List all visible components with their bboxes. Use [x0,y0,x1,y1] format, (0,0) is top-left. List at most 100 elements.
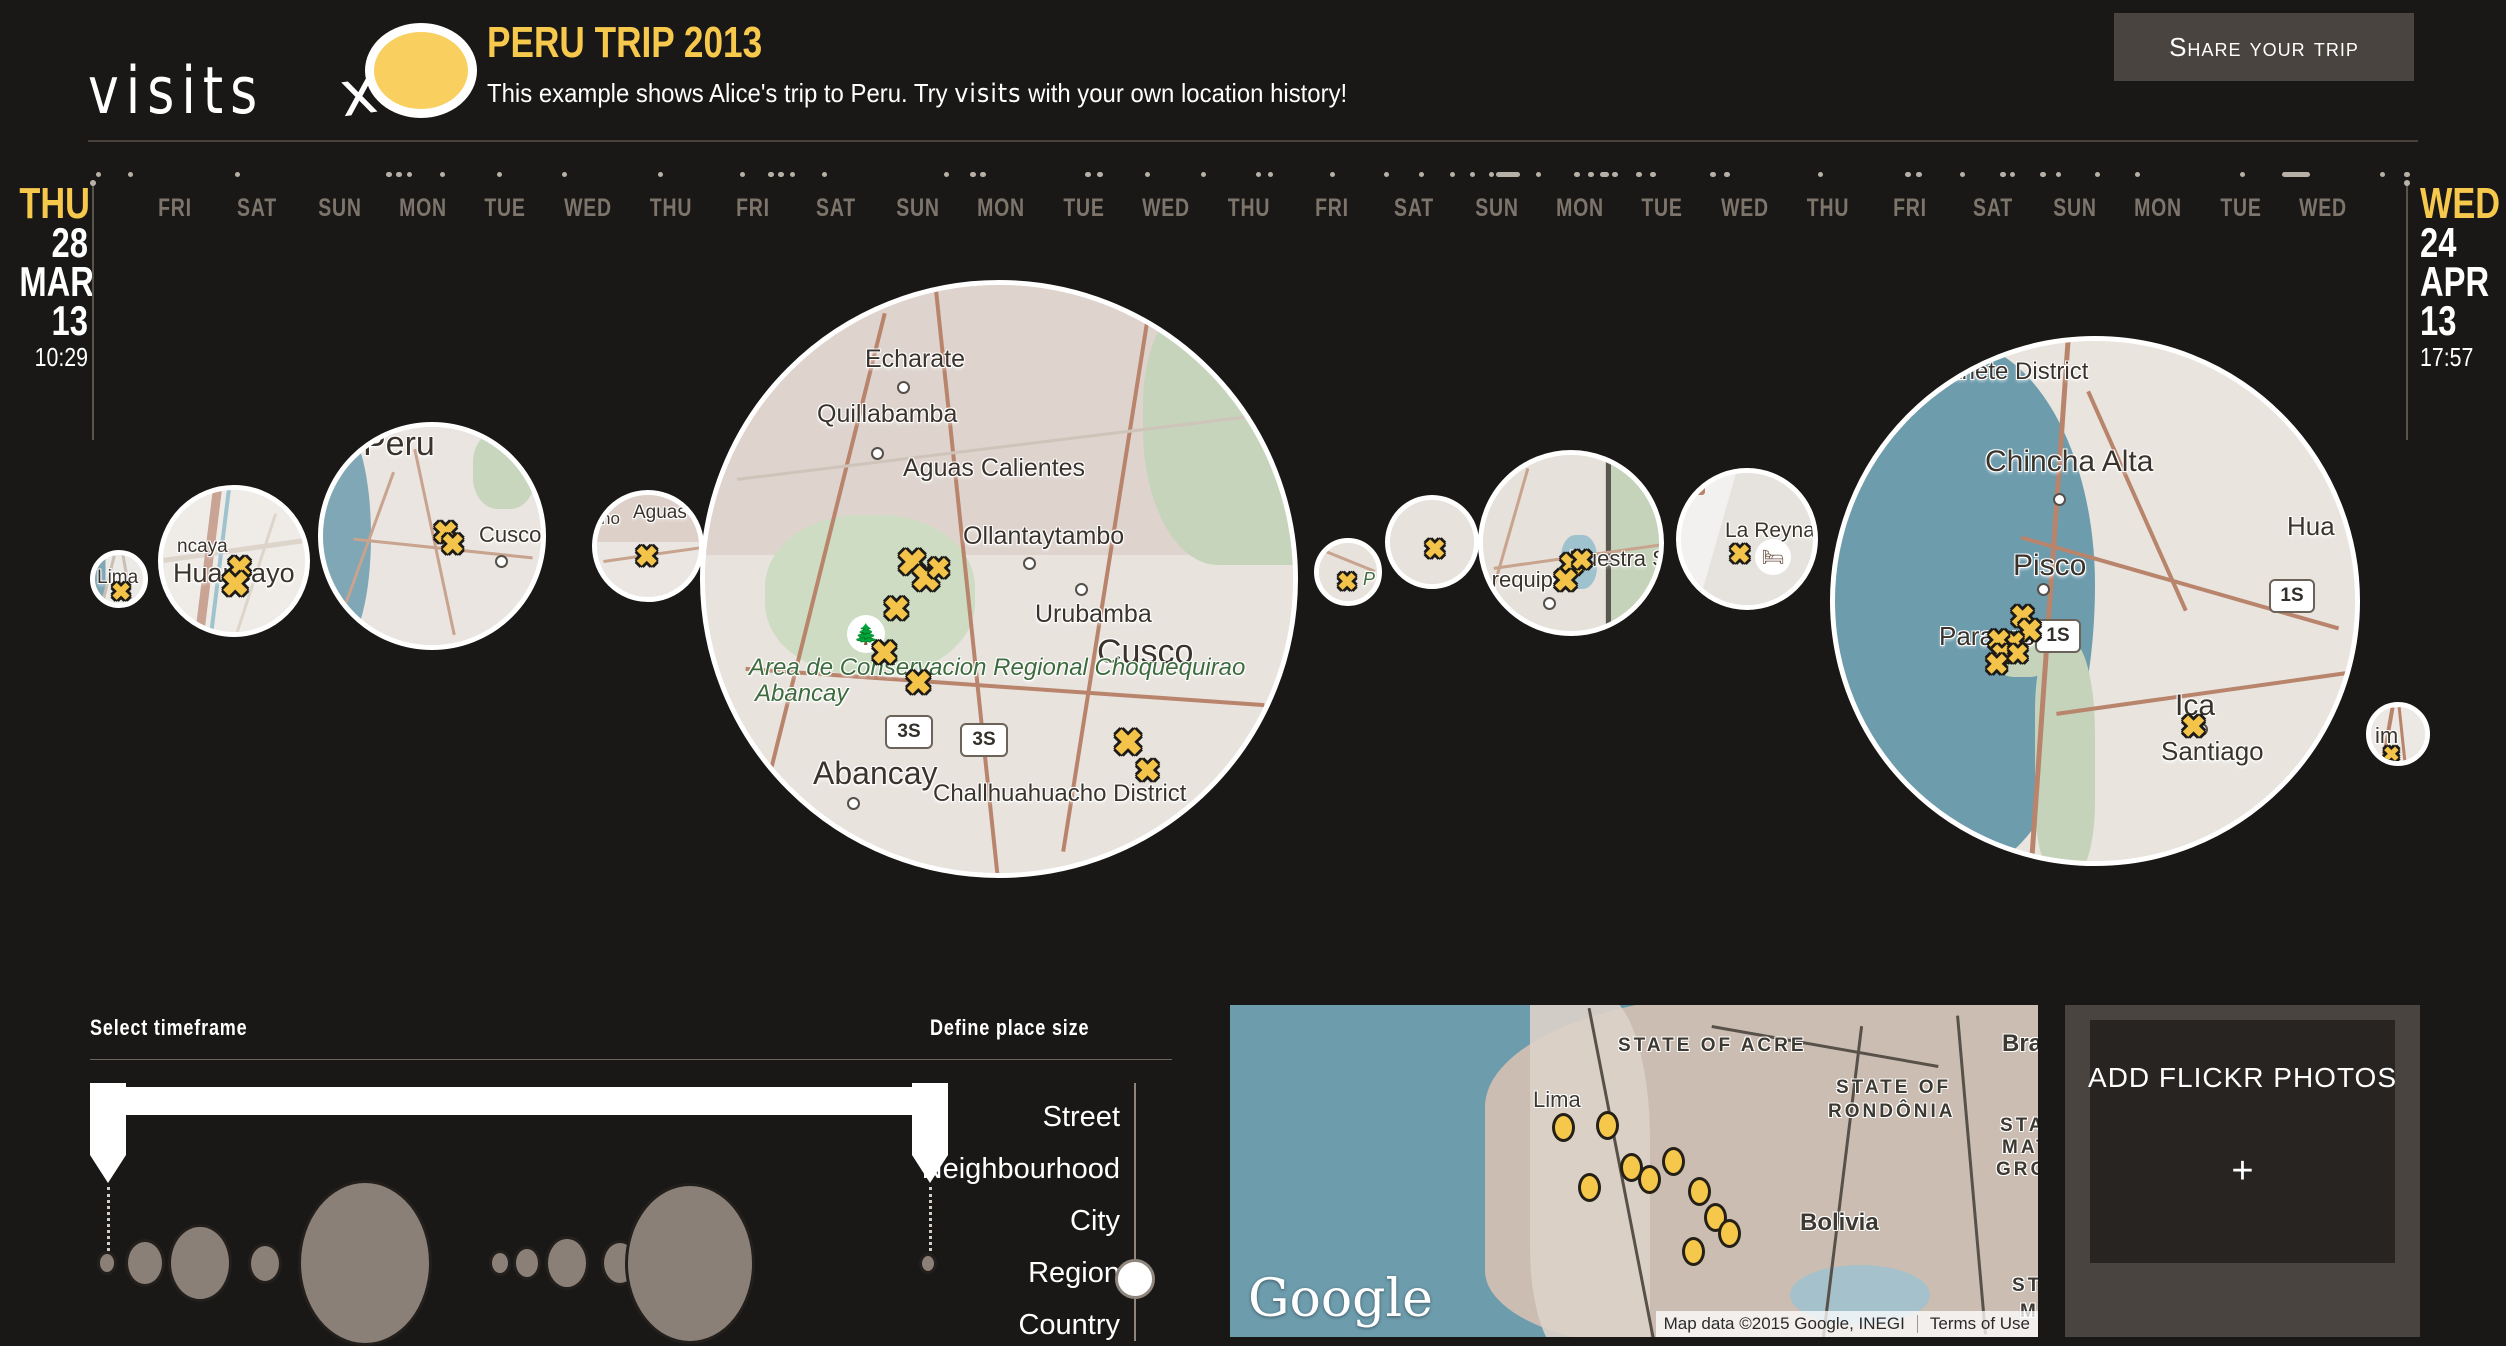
timeline-tick [1588,172,1594,177]
timeline-tick [1960,172,1965,177]
google-logo: Google [1248,1269,1433,1329]
timeline-tick [1489,172,1494,177]
timeline-tick [1384,172,1389,177]
map-label: Urubamba [1035,600,1152,628]
timeline-day-label: SUN [1475,194,1519,222]
timeline-tick [562,172,567,177]
place-circle-arequipa[interactable]: Arequipa Nuestra Senora de La ✖ ✖ ✖ [1478,450,1664,636]
timeline-tick [440,172,445,177]
visit-marker: ✖ [635,541,659,572]
place-circle-cusco-region[interactable]: Echarate Quillabamba Aguas Calientes Oll… [700,280,1298,878]
handle-guide-left [107,1187,112,1257]
timeline-day-label: TUE [2220,194,2262,222]
map-label: no [601,509,620,528]
place-circle-la-reyna[interactable]: La Reyna ✖ 🛏 [1676,468,1818,610]
timeline-tick [2380,172,2385,177]
place-circle-small-b[interactable]: ✖ [1385,495,1479,589]
timeline-day-label: WED [563,194,612,222]
timeline-tick [740,172,745,177]
timeline-tick [1330,172,1335,177]
timeline-tick [1268,172,1273,177]
city-dot-icon [871,447,884,460]
timeline-end-date: WED 24 APR 13 17:57 [2420,181,2506,373]
map-attribution: Map data ©2015 Google, INEGI Terms of Us… [1655,1311,2038,1337]
map-label: Abancay [755,680,849,707]
place-size-option-neighbourhood[interactable]: Neighbourhood [922,1153,1120,1186]
place-circle-paracas-pisco[interactable]: Canete District Chincha Alta Pisco Parac… [1830,336,2360,866]
place-circle-lima-small[interactable]: Lima ✖ [90,550,148,608]
add-flickr-photos-panel[interactable]: ADD FLICKR PHOTOS + [2065,1005,2420,1337]
header-divider [88,140,2418,142]
map-label-protected-area: Area de Conservacion Regional Choquequir… [749,654,1246,681]
timeline-day-label: FRI [1314,194,1349,222]
city-dot-icon [1543,597,1556,610]
map-pin [1578,1173,1601,1202]
map-label-grosso: GROS [1996,1159,2038,1180]
timeline-tick [778,172,784,177]
timeline-start-cap [90,180,96,186]
timeframe-bubble [492,1253,508,1273]
place-circle-aguas-calientes-small[interactable]: no Aguas Calientes ✖ [592,490,704,602]
visits-app: visits x PERU TRIP 2013 This example sho… [0,0,2506,1346]
place-size-option-street[interactable]: Street [1043,1101,1120,1134]
terms-of-use-link[interactable]: Terms of Use [1930,1314,2030,1334]
route-shield-1s: 1S [2269,579,2315,613]
city-dot-icon [495,555,508,568]
place-size-option-region[interactable]: Region [1028,1257,1120,1290]
place-size-option-city[interactable]: City [1070,1205,1120,1238]
trip-timeline[interactable]: THU 28 MAR 13 10:29 WED 24 APR 13 17:57 … [0,150,2506,950]
timeline-tick [970,172,976,177]
map-credit-text: Map data ©2015 Google, INEGI [1663,1314,1905,1333]
end-time: 17:57 [2420,342,2474,373]
timeline-tick [1496,172,1520,177]
timeline-end-cap [2404,180,2410,186]
place-circle-huancayo[interactable]: ncaya Huancayo ✖ ✖ [158,485,310,637]
visits-logo[interactable]: visits x [88,18,477,131]
visit-marker: ✖ [1135,755,1161,788]
place-size-slider-knob[interactable] [1115,1259,1155,1299]
timeline-start-axis [92,182,94,440]
overview-mini-map[interactable]: STATE OF ACRE STATE OF RONDÔNIA Bra STAT… [1230,1005,2038,1337]
place-circle-small-a[interactable]: P ✖ [1314,538,1382,606]
timeline-tick [235,172,240,177]
city-dot-icon [2053,493,2066,506]
timeline-tick [944,172,949,177]
city-dot-icon [1023,557,1036,570]
map-label-rondonia-2: RONDÔNIA [1828,1101,1956,1122]
plus-icon[interactable]: + [2231,1152,2253,1190]
timeframe-handle-left[interactable] [90,1083,126,1183]
map-label-lima: Lima [1533,1087,1581,1112]
place-size-slider-track[interactable] [1134,1083,1136,1341]
visit-marker: ✖ [927,553,951,584]
timeline-tick [2056,172,2061,177]
place-circle-lima-end[interactable]: im ✖ [2366,702,2430,766]
flickr-dropzone[interactable]: ADD FLICKR PHOTOS + [2088,1020,2397,1263]
place-size-option-country[interactable]: Country [1018,1309,1120,1342]
timeframe-bubble [301,1183,429,1343]
timeline-day-label: SAT [1394,194,1435,222]
timeframe-bubble [548,1239,586,1287]
map-label-state: STATE [2000,1115,2038,1136]
timeline-tick [1536,172,1541,177]
timeline-tick [96,172,101,177]
timeframe-range-bar[interactable] [120,1087,918,1115]
map-label: Aguas Calientes [633,502,699,523]
visit-marker: ✖ [905,665,932,701]
timeline-day-label: WED [1720,194,1769,222]
timeline-day-label: WED [1142,194,1191,222]
hotel-poi-icon: 🛏 [1755,539,1791,575]
map-pin [1662,1147,1685,1176]
panel-divider [930,1059,1172,1060]
timeline-tick [1636,172,1642,177]
timeline-day-label: SUN [2053,194,2098,222]
map-label: ncaya [177,536,228,557]
timeline-tick [2040,172,2046,177]
flickr-title: ADD FLICKR PHOTOS [2088,1062,2397,1093]
place-circle-peru[interactable]: Peru Cusco ✖ ✖ [318,422,546,650]
timeline-tick [2282,172,2310,177]
timeframe-bubble [171,1226,229,1300]
map-label: Pisco [2013,549,2087,582]
timeline-tick [768,172,774,177]
timeline-day-label: MON [2134,194,2182,222]
share-your-trip-button[interactable]: Share your trip [2114,13,2414,81]
